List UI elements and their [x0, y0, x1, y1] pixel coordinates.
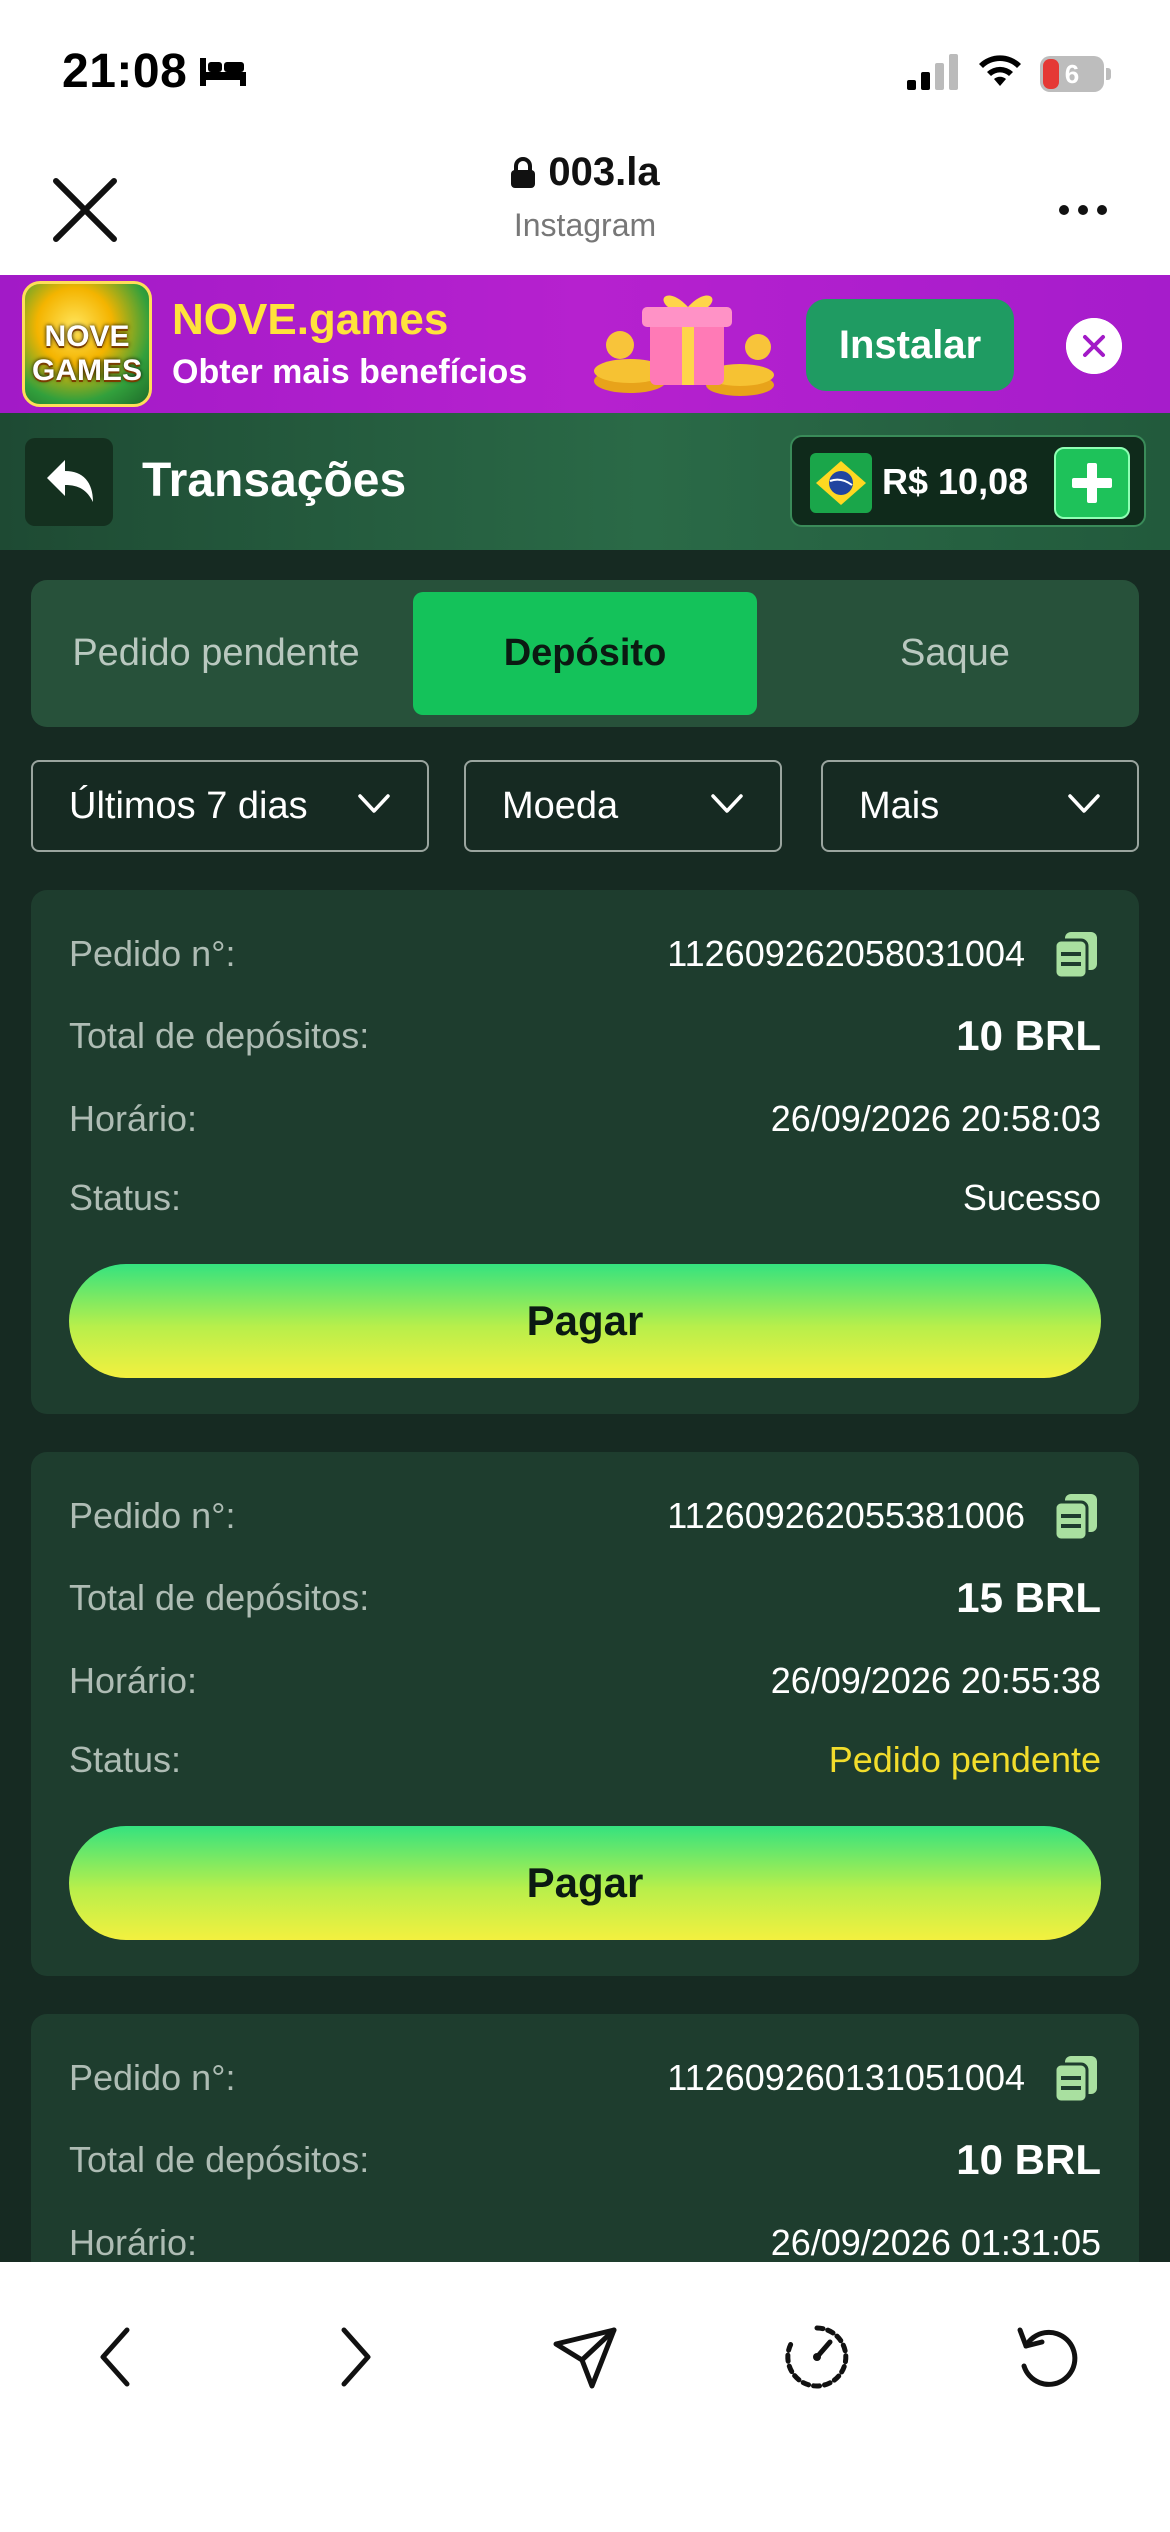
order-label: Pedido n°:: [69, 2057, 236, 2098]
more-filter-label: Mais: [859, 785, 940, 827]
app-logo-text: NOVE GAMES: [31, 320, 142, 387]
chevron-down-icon: [711, 794, 743, 813]
transaction-tabs: Pedido pendente Depósito Saque: [31, 580, 1139, 727]
status-bar: 21:08 6: [0, 0, 1170, 140]
order-number: 112609262055381006: [667, 1495, 1025, 1536]
transaction-time: 26/09/2026 20:55:38: [770, 1660, 1101, 1701]
status-value: Pedido pendente: [828, 1739, 1101, 1780]
wifi-icon: [979, 55, 1021, 86]
tab-withdraw[interactable]: Saque: [771, 592, 1139, 715]
page-title: Transações: [142, 454, 407, 507]
more-filter-dropdown[interactable]: Mais: [821, 760, 1139, 852]
status-row: Status: Sucesso: [69, 1168, 1101, 1228]
total-label: Total de depósitos:: [69, 1015, 370, 1056]
transaction-time: 26/09/2026 01:31:05: [770, 2222, 1101, 2262]
balance-widget: R$ 10,08: [790, 435, 1146, 527]
time-row: Horário: 26/09/2026 20:58:03: [69, 1089, 1101, 1149]
total-row: Total de depósitos: 10 BRL: [69, 1006, 1101, 1066]
url-source: Instagram: [513, 207, 657, 243]
status-row: Status: Pedido pendente: [69, 1730, 1101, 1790]
url-bar[interactable]: 003.la: [510, 150, 660, 195]
total-amount: 10 BRL: [956, 2136, 1101, 2183]
transaction-card: Pedido n°: 112609262058031004 Total de d…: [31, 890, 1139, 1414]
total-amount: 10 BRL: [956, 1012, 1101, 1059]
browser-toolbar: [0, 2262, 1170, 2532]
app-header: Transações R$ 10,08: [0, 413, 1170, 550]
status-label: Status:: [69, 1739, 182, 1780]
battery-icon: 6: [1040, 56, 1112, 92]
chevron-down-icon: [1068, 794, 1100, 813]
promo-close-icon[interactable]: [1066, 318, 1122, 374]
browser-header: 003.la Instagram: [0, 140, 1170, 275]
brazil-flag-icon: [810, 453, 872, 513]
transactions-content: Pedido pendente Depósito Saque Últimos 7…: [0, 550, 1170, 2262]
promo-title: NOVE.games: [172, 295, 449, 344]
back-icon: [47, 460, 93, 502]
copy-icon[interactable]: [1051, 1492, 1101, 1542]
url-text: 003.la: [548, 150, 660, 194]
time-label: Horário:: [69, 2222, 198, 2262]
tab-deposit[interactable]: Depósito: [413, 592, 757, 715]
back-arrow-icon[interactable]: [83, 2322, 153, 2392]
share-icon[interactable]: [550, 2322, 620, 2392]
order-label: Pedido n°:: [69, 1495, 236, 1536]
app-logo: NOVE GAMES: [22, 281, 152, 407]
reload-icon[interactable]: [1012, 2322, 1082, 2392]
total-row: Total de depósitos: 10 BRL: [69, 2130, 1101, 2190]
install-button[interactable]: Instalar: [806, 299, 1014, 391]
order-row: Pedido n°: 112609262058031004: [69, 924, 1101, 984]
order-row: Pedido n°: 112609262055381006: [69, 1486, 1101, 1546]
total-row: Total de depósitos: 15 BRL: [69, 1568, 1101, 1628]
gift-coins-icon: [594, 295, 774, 396]
transaction-card: Pedido n°: 112609260131051004 Total de d…: [31, 2014, 1139, 2262]
date-filter-dropdown[interactable]: Últimos 7 dias: [31, 760, 429, 852]
total-label: Total de depósitos:: [69, 2139, 370, 2180]
balance-amount: R$ 10,08: [882, 461, 1029, 502]
more-icon[interactable]: [1058, 200, 1108, 220]
total-amount: 15 BRL: [956, 1574, 1101, 1621]
back-button[interactable]: [25, 438, 113, 526]
time-label: Horário:: [69, 1660, 198, 1701]
currency-filter-dropdown[interactable]: Moeda: [464, 760, 782, 852]
time-row: Horário: 26/09/2026 01:31:05: [69, 2213, 1101, 2262]
tab-pending[interactable]: Pedido pendente: [31, 592, 401, 715]
time-row: Horário: 26/09/2026 20:55:38: [69, 1651, 1101, 1711]
chevron-down-icon: [358, 794, 390, 813]
order-number: 112609260131051004: [667, 2057, 1025, 2098]
time-label: Horário:: [69, 1098, 198, 1139]
pay-button[interactable]: Pagar: [69, 1826, 1101, 1940]
transaction-time: 26/09/2026 20:58:03: [770, 1098, 1101, 1139]
promo-subtitle: Obter mais benefícios: [172, 353, 528, 391]
signal-icon: [907, 54, 958, 90]
date-filter-label: Últimos 7 dias: [69, 785, 308, 827]
total-label: Total de depósitos:: [69, 1577, 370, 1618]
status-value: Sucesso: [962, 1177, 1101, 1218]
url-block: 003.la Instagram: [0, 150, 1170, 244]
lock-icon: [511, 156, 536, 188]
order-number: 112609262058031004: [667, 933, 1025, 974]
plus-icon: [1072, 463, 1112, 503]
copy-icon[interactable]: [1051, 2054, 1101, 2104]
status-label: Status:: [69, 1177, 182, 1218]
pay-button[interactable]: Pagar: [69, 1264, 1101, 1378]
transaction-card: Pedido n°: 112609262055381006 Total de d…: [31, 1452, 1139, 1976]
currency-filter-label: Moeda: [502, 785, 619, 827]
filter-bar: Últimos 7 dias Moeda Mais: [31, 760, 1139, 852]
status-time: 21:08: [62, 45, 188, 98]
forward-arrow-icon[interactable]: [318, 2322, 388, 2392]
copy-icon[interactable]: [1051, 930, 1101, 980]
battery-level: 6: [1064, 59, 1080, 89]
order-row: Pedido n°: 112609260131051004: [69, 2048, 1101, 2108]
speed-icon[interactable]: [782, 2322, 852, 2392]
order-label: Pedido n°:: [69, 933, 236, 974]
add-funds-button[interactable]: [1054, 447, 1130, 519]
bed-icon: [200, 58, 246, 86]
screen: 21:08 6 003.la Instagram NOVE GAMES NOVE…: [0, 0, 1170, 2532]
promo-banner[interactable]: NOVE GAMES NOVE.games Obter mais benefíc…: [0, 275, 1170, 413]
